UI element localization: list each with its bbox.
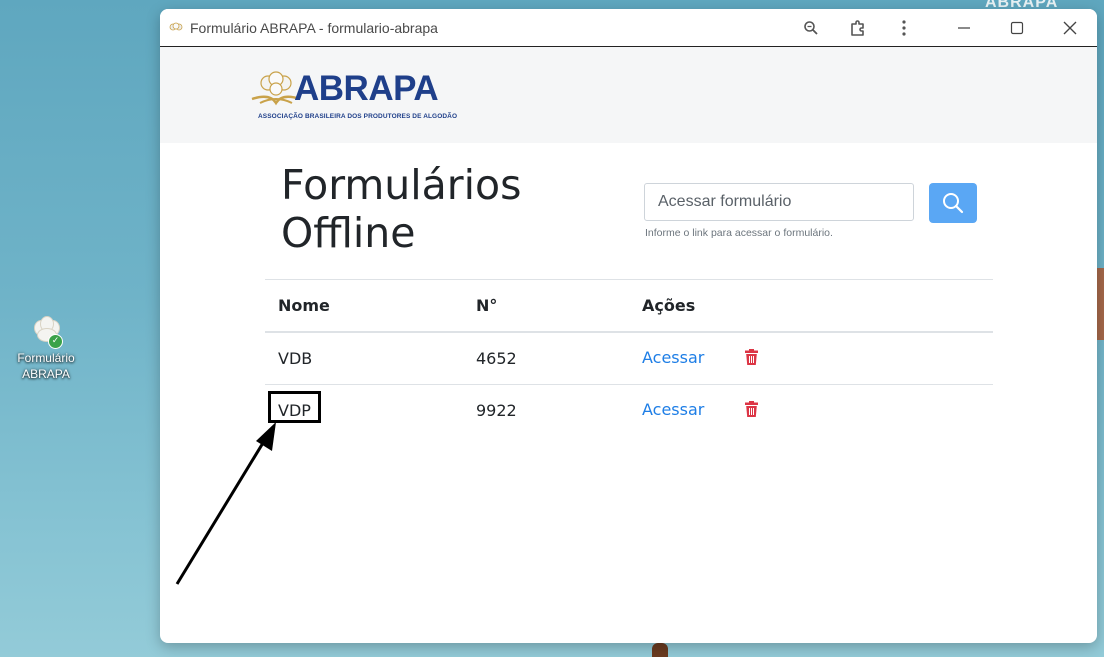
column-header-name: Nome [265,279,463,333]
app-window: Formulário ABRAPA - formulario-abrapa AB… [160,9,1097,643]
table-row: VDP 9922 Acessar [265,385,993,437]
trash-icon [745,400,759,417]
minimize-button[interactable] [944,9,984,46]
desktop-shortcut-formulario-abrapa[interactable]: ✓ Formulário ABRAPA [8,314,84,382]
logo-wordmark: ABRAPA [294,69,439,108]
close-button[interactable] [1050,9,1090,46]
table-row: VDB 4652 Acessar [265,332,993,385]
search-icon [943,193,964,214]
delete-button[interactable] [745,400,759,421]
sync-check-icon: ✓ [48,334,63,349]
form-link-input[interactable] [644,183,914,221]
header-banner: ABRAPA ASSOCIAÇÃO BRASILEIRA DOS PRODUTO… [160,47,1097,143]
forms-table: Nome N° Ações VDB 4652 Acessar VDP 9922 … [265,279,993,436]
zoom-button[interactable] [791,9,831,46]
more-options-button[interactable] [884,9,924,46]
row-number: 4652 [463,332,629,385]
logo-tagline: ASSOCIAÇÃO BRASILEIRA DOS PRODUTORES DE … [258,113,458,120]
maximize-button[interactable] [997,9,1037,46]
cotton-boll-icon: ✓ [30,314,63,349]
desktop-background-detail [652,643,668,657]
close-icon [1063,21,1077,34]
zoom-icon [804,20,818,35]
row-actions: Acessar [629,332,993,385]
search-help-text: Informe o link para acessar o formulário… [645,227,833,239]
window-title: Formulário ABRAPA - formulario-abrapa [190,19,438,36]
minimize-icon [958,26,970,29]
annotation-highlight-box [268,391,321,423]
column-header-actions: Ações [629,279,993,333]
desktop-shortcut-label: Formulário ABRAPA [17,351,75,381]
delete-button[interactable] [745,348,759,369]
app-logo-icon [168,20,184,36]
title-bar[interactable]: Formulário ABRAPA - formulario-abrapa [160,9,1097,47]
trash-icon [745,348,759,365]
row-name: VDB [265,332,463,385]
access-link[interactable]: Acessar [642,400,704,419]
column-header-number: N° [463,279,629,333]
more-vert-icon [902,19,906,36]
extensions-button[interactable] [838,9,878,46]
maximize-icon [1010,21,1024,34]
page-title: Formulários Offline [281,161,522,257]
table-header-row: Nome N° Ações [265,279,993,333]
row-actions: Acessar [629,385,993,437]
search-button[interactable] [929,183,977,223]
row-number: 9922 [476,401,517,420]
desktop-background-edge [1096,268,1104,340]
extension-icon [851,19,864,36]
access-link[interactable]: Acessar [642,348,704,367]
